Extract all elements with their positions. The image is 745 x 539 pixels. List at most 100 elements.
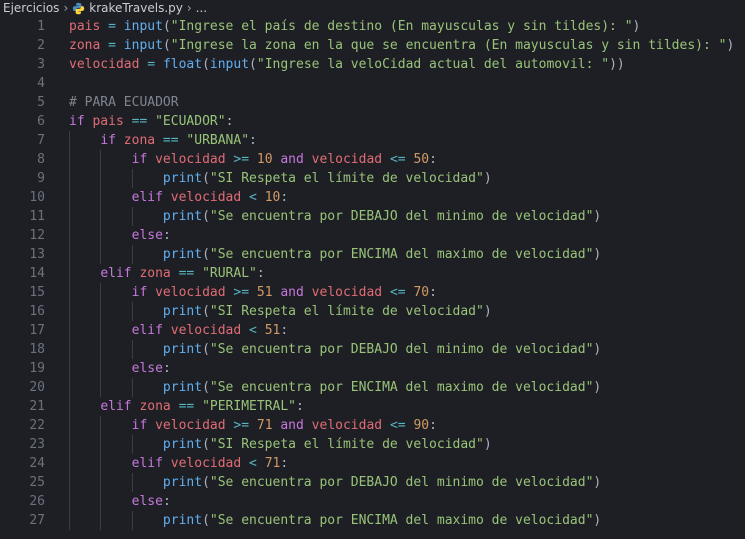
line-number: 27 — [29, 513, 45, 528]
code-line[interactable]: 25 print("Se encuentra por DEBAJO del mi… — [0, 473, 745, 492]
code-line[interactable]: 20 print("Se encuentra por ENCIMA del ma… — [0, 378, 745, 397]
code-token: ) — [593, 475, 602, 490]
line-number: 9 — [37, 171, 45, 186]
code-token: else — [131, 361, 163, 376]
code-content[interactable]: if velocidad >= 71 and velocidad <= 90: — [45, 416, 437, 435]
code-token: : — [296, 399, 304, 414]
code-line[interactable]: 15 if velocidad >= 51 and velocidad <= 7… — [0, 283, 745, 302]
code-content[interactable]: elif velocidad < 10: — [45, 188, 288, 207]
code-line[interactable]: 4 — [0, 74, 745, 93]
code-line[interactable]: 23 print("SI Respeta el límite de veloci… — [0, 435, 745, 454]
code-content[interactable]: else: — [45, 492, 171, 511]
breadcrumb-folder[interactable]: Ejercicios — [3, 0, 59, 17]
code-content[interactable]: if pais == "ECUADOR": — [45, 112, 233, 131]
code-line[interactable]: 9 print("SI Respeta el límite de velocid… — [0, 169, 745, 188]
code-line[interactable]: 8 if velocidad >= 10 and velocidad <= 50… — [0, 150, 745, 169]
code-line[interactable]: 5 # PARA ECUADOR — [0, 93, 745, 112]
code-content[interactable]: elif velocidad < 71: — [45, 454, 288, 473]
breadcrumb-symbols[interactable]: ... — [196, 0, 207, 17]
code-content[interactable]: pais = input("Ingrese el país de destino… — [45, 17, 640, 36]
code-token: 51 — [256, 285, 273, 300]
code-line[interactable]: 24 elif velocidad < 71: — [0, 454, 745, 473]
code-content[interactable]: print("SI Respeta el límite de velocidad… — [45, 435, 492, 454]
code-token: == — [170, 399, 203, 414]
code-line[interactable]: 7 if zona == "URBANA": — [0, 131, 745, 150]
code-content[interactable]: print("Se encuentra por ENCIMA del maxim… — [45, 511, 601, 530]
indent-guide — [69, 169, 70, 188]
code-content[interactable]: print("Se encuentra por ENCIMA del maxim… — [45, 245, 601, 264]
code-token: ( — [202, 57, 210, 72]
code-token: # PARA ECUADOR — [69, 95, 179, 110]
code-content[interactable]: print("Se encuentra por ENCIMA del maxim… — [45, 378, 601, 397]
code-token: else — [131, 228, 163, 243]
code-line[interactable]: 12 else: — [0, 226, 745, 245]
code-token: elif — [131, 323, 171, 338]
code-line[interactable]: 1 pais = input("Ingrese el país de destin… — [0, 17, 745, 36]
line-number: 7 — [37, 133, 45, 148]
code-line[interactable]: 26 else: — [0, 492, 745, 511]
code-content[interactable]: print("SI Respeta el límite de velocidad… — [45, 169, 492, 188]
code-content[interactable]: elif velocidad < 51: — [45, 321, 288, 340]
code-line[interactable]: 6 if pais == "ECUADOR": — [0, 112, 745, 131]
code-token: : — [225, 114, 234, 129]
code-token: else — [131, 494, 163, 509]
line-number: 26 — [29, 494, 45, 509]
code-token: ( — [202, 304, 210, 319]
code-token: print — [162, 342, 203, 357]
code-content[interactable]: elif zona == "PERIMETRAL": — [45, 397, 304, 416]
code-token: print — [162, 513, 203, 528]
code-token: velocidad — [311, 152, 383, 167]
code-token: elif — [100, 266, 140, 281]
code-editor[interactable]: 1 pais = input("Ingrese el país de destin… — [0, 17, 745, 530]
code-token: ( — [202, 513, 210, 528]
code-content[interactable]: if velocidad >= 10 and velocidad <= 50: — [45, 150, 437, 169]
code-content[interactable]: elif zona == "RURAL": — [45, 264, 265, 283]
chevron-right-icon: › — [186, 1, 192, 15]
line-number: 19 — [29, 361, 45, 376]
code-token: : — [256, 266, 265, 281]
code-token: if — [131, 152, 156, 167]
code-token: : — [429, 152, 437, 167]
code-content[interactable]: else: — [45, 359, 171, 378]
code-line[interactable]: 16 print("SI Respeta el límite de veloci… — [0, 302, 745, 321]
breadcrumb-file[interactable]: krakeTravels.py — [89, 0, 183, 17]
code-content[interactable] — [45, 74, 69, 93]
code-content[interactable]: zona = input("Ingrese la zona en la que … — [45, 36, 734, 55]
code-content[interactable]: if velocidad >= 51 and velocidad <= 70: — [45, 283, 437, 302]
code-content[interactable]: velocidad = float(input("Ingrese la velo… — [45, 55, 625, 74]
code-content[interactable]: print("Se encuentra por DEBAJO del minim… — [45, 340, 601, 359]
indent-guide — [100, 188, 102, 207]
code-token: : — [280, 190, 289, 205]
code-token: 10 — [264, 190, 281, 205]
code-line[interactable]: 19 else: — [0, 359, 745, 378]
indent-guide — [131, 245, 133, 264]
code-token: : — [280, 323, 289, 338]
code-token: >= — [225, 152, 257, 167]
code-content[interactable]: print("SI Respeta el límite de velocidad… — [45, 302, 492, 321]
code-line[interactable]: 13 print("Se encuentra por ENCIMA del ma… — [0, 245, 745, 264]
code-line[interactable]: 3 velocidad = float(input("Ingrese la vel… — [0, 55, 745, 74]
code-line[interactable]: 22 if velocidad >= 71 and velocidad <= 9… — [0, 416, 745, 435]
code-content[interactable]: # PARA ECUADOR — [45, 93, 179, 112]
code-token: if — [69, 114, 93, 129]
code-token: ) — [593, 380, 602, 395]
code-token: "Ingrese el país de destino (En mayuscul… — [170, 19, 633, 34]
code-line[interactable]: 14 elif zona == "RURAL": — [0, 264, 745, 283]
code-line[interactable]: 21 elif zona == "PERIMETRAL": — [0, 397, 745, 416]
code-content[interactable]: else: — [45, 226, 171, 245]
code-content[interactable]: print("Se encuentra por DEBAJO del minim… — [45, 473, 601, 492]
code-line[interactable]: 10 elif velocidad < 10: — [0, 188, 745, 207]
code-content[interactable]: print("Se encuentra por DEBAJO del minim… — [45, 207, 601, 226]
code-line[interactable]: 18 print("Se encuentra por DEBAJO del mi… — [0, 340, 745, 359]
code-line[interactable]: 17 elif velocidad < 51: — [0, 321, 745, 340]
code-line[interactable]: 27 print("Se encuentra por ENCIMA del ma… — [0, 511, 745, 530]
line-number: 16 — [29, 304, 45, 319]
code-token: 90 — [413, 418, 430, 433]
code-content[interactable]: if zona == "URBANA": — [45, 131, 257, 150]
indent-guide — [100, 454, 102, 473]
code-line[interactable]: 2 zona = input("Ingrese la zona en la que… — [0, 36, 745, 55]
code-line[interactable]: 11 print("Se encuentra por DEBAJO del mi… — [0, 207, 745, 226]
